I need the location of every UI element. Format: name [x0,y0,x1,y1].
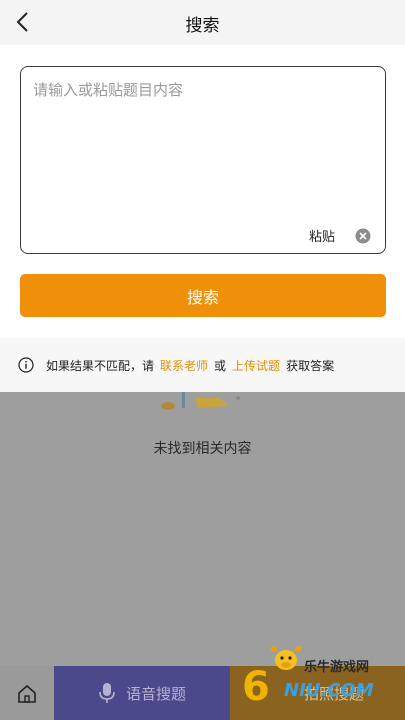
question-input[interactable] [21,67,385,217]
question-input-box: 粘贴 [20,66,386,254]
results-area: 未找到相关内容 [0,392,405,666]
voice-search-label: 语音搜题 [126,685,187,703]
contact-teacher-link[interactable]: 联系老师 [160,359,208,373]
watermark-domain: NIU.COM [284,680,374,701]
watermark-digit: 6 [242,664,270,710]
top-bar: 搜索 [0,0,405,45]
microphone-icon [99,683,115,703]
page-title: 搜索 [185,16,220,36]
cow-mascot-icon [270,646,302,670]
hint-bar: 如果结果不匹配，请 联系老师或上传试题 获取答案 [0,338,405,392]
hint-suffix: 获取答案 [286,359,335,373]
empty-illustration [161,392,240,410]
hint-text: 如果结果不匹配，请 联系老师或上传试题 获取答案 [46,357,340,374]
hint-prefix: 如果结果不匹配，请 [46,359,155,373]
search-button[interactable]: 搜索 [20,274,386,317]
clear-icon[interactable] [355,228,371,244]
info-icon [18,357,34,373]
home-button[interactable] [0,666,54,720]
home-icon [18,684,36,703]
watermark-logo: 6 乐牛游戏网 NIU.COM [240,640,400,710]
search-panel: 粘贴 搜索 [0,45,405,338]
paste-button[interactable]: 粘贴 [309,226,335,245]
hint-or: 或 [214,359,227,373]
voice-search-button[interactable]: 语音搜题 [54,666,230,720]
upload-question-link[interactable]: 上传试题 [232,359,280,373]
empty-message: 未找到相关内容 [153,441,252,457]
watermark-site-name: 乐牛游戏网 [304,660,370,675]
